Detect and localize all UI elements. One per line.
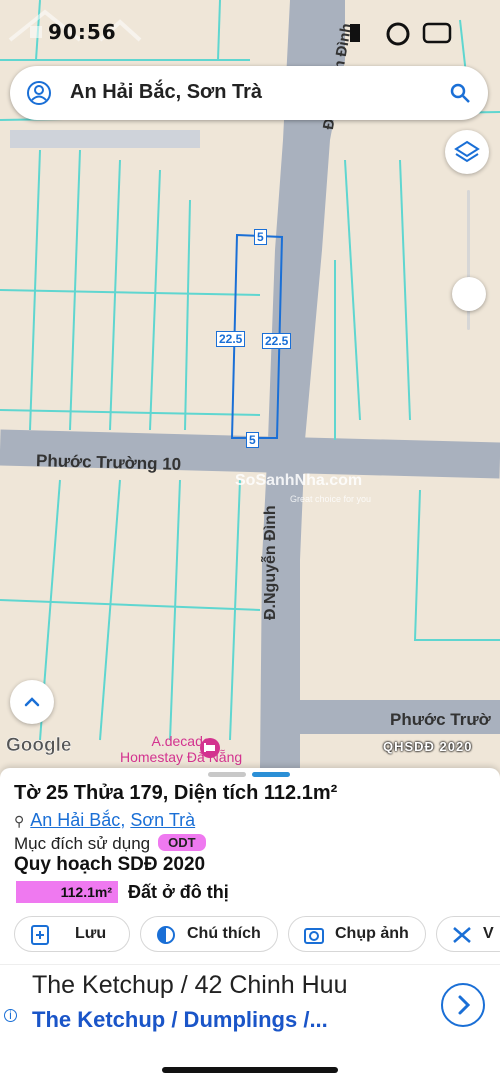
plan-area-row: 112.1m² Đất ở đô thị [16, 881, 229, 903]
layers-button[interactable] [445, 130, 489, 174]
add-box-icon [31, 925, 49, 945]
dim-bottom: 5 [246, 432, 259, 448]
account-icon[interactable] [26, 80, 52, 106]
ad-banner[interactable]: The Ketchup / 42 Chinh Huu The Ketchup /… [0, 964, 500, 1041]
legend-button[interactable]: Chú thích [140, 916, 278, 952]
sim-icon [350, 24, 360, 42]
tools-icon [453, 927, 471, 943]
layer-tag: QHSDĐ 2020 [383, 739, 473, 754]
plan-title: Quy hoạch SDĐ 2020 [14, 854, 206, 875]
search-query[interactable]: An Hải Bắc, Sơn Trà [70, 81, 262, 104]
land-purpose: Mục đích sử dụng ODT [14, 834, 206, 854]
screenshot-button[interactable]: Chụp ảnh [288, 916, 426, 952]
camera-icon [304, 928, 324, 944]
status-icons [350, 22, 452, 46]
search-bar[interactable]: An Hải Bắc, Sơn Trà [10, 66, 488, 120]
ad-title[interactable]: The Ketchup / 42 Chinh Huu [32, 971, 347, 1000]
home-indicator[interactable] [162, 1067, 338, 1073]
tools-button[interactable]: V [436, 916, 500, 952]
contrast-icon [157, 926, 175, 944]
media-icon [386, 22, 410, 46]
layers-icon [454, 140, 480, 163]
parcel-title: Tờ 25 Thửa 179, Diện tích 112.1m² [14, 782, 338, 804]
road-label-nguyen-dinh: Đ.Nguyễn Đình [262, 505, 279, 620]
watermark-subtext: Great choice for you [290, 494, 372, 504]
district-link[interactable]: Sơn Trà [130, 810, 195, 830]
sheet-handle-left[interactable] [208, 772, 246, 777]
poi-homestay-label[interactable]: A.decade Homestay Đà Nẵng [120, 733, 242, 765]
expand-up-button[interactable] [10, 680, 54, 724]
action-row: Lưu Chú thích Chụp ảnh V [14, 916, 500, 956]
road-label-phuoc-truong-10: Phước Trường 10 [35, 451, 182, 474]
plan-land-type: Đất ở đô thị [128, 881, 229, 902]
location-pin-icon: ⚲ [14, 813, 25, 829]
parcel-info-sheet[interactable]: Tờ 25 Thửa 179, Diện tích 112.1m² ⚲ An Hả… [0, 768, 500, 1080]
dim-right: 22.5 [262, 333, 292, 349]
ward-link[interactable]: An Hải Bắc [30, 810, 120, 830]
road-side-top [10, 130, 200, 148]
google-attribution: Google [6, 735, 72, 757]
chevron-up-icon [24, 697, 40, 707]
purpose-code-badge: ODT [158, 834, 206, 851]
dim-left: 22.5 [216, 331, 246, 347]
sheet-handle-right[interactable] [252, 772, 290, 777]
parcel-location: ⚲ An Hải Bắc, Sơn Trà [14, 810, 196, 830]
purpose-label: Mục đích sử dụng [14, 834, 151, 853]
save-button[interactable]: Lưu [14, 916, 130, 952]
status-time: 90:56 [48, 20, 117, 44]
battery-icon [422, 22, 452, 44]
ad-open-button[interactable] [441, 983, 485, 1027]
zoom-slider-knob[interactable] [452, 277, 486, 311]
chevron-right-icon [458, 995, 471, 1015]
search-icon[interactable] [448, 81, 472, 105]
road-label-phuoc-truong-right: Phước Trườ [390, 710, 491, 729]
plan-area-pill: 112.1m² [16, 881, 118, 903]
watermark-text: SoSanhNha.com [235, 472, 363, 489]
ad-info-icon[interactable]: i [4, 1009, 17, 1022]
dim-top: 5 [254, 229, 267, 245]
hotel-icon[interactable] [200, 738, 220, 758]
ad-subtitle[interactable]: The Ketchup / Dumplings /... [32, 1007, 328, 1033]
